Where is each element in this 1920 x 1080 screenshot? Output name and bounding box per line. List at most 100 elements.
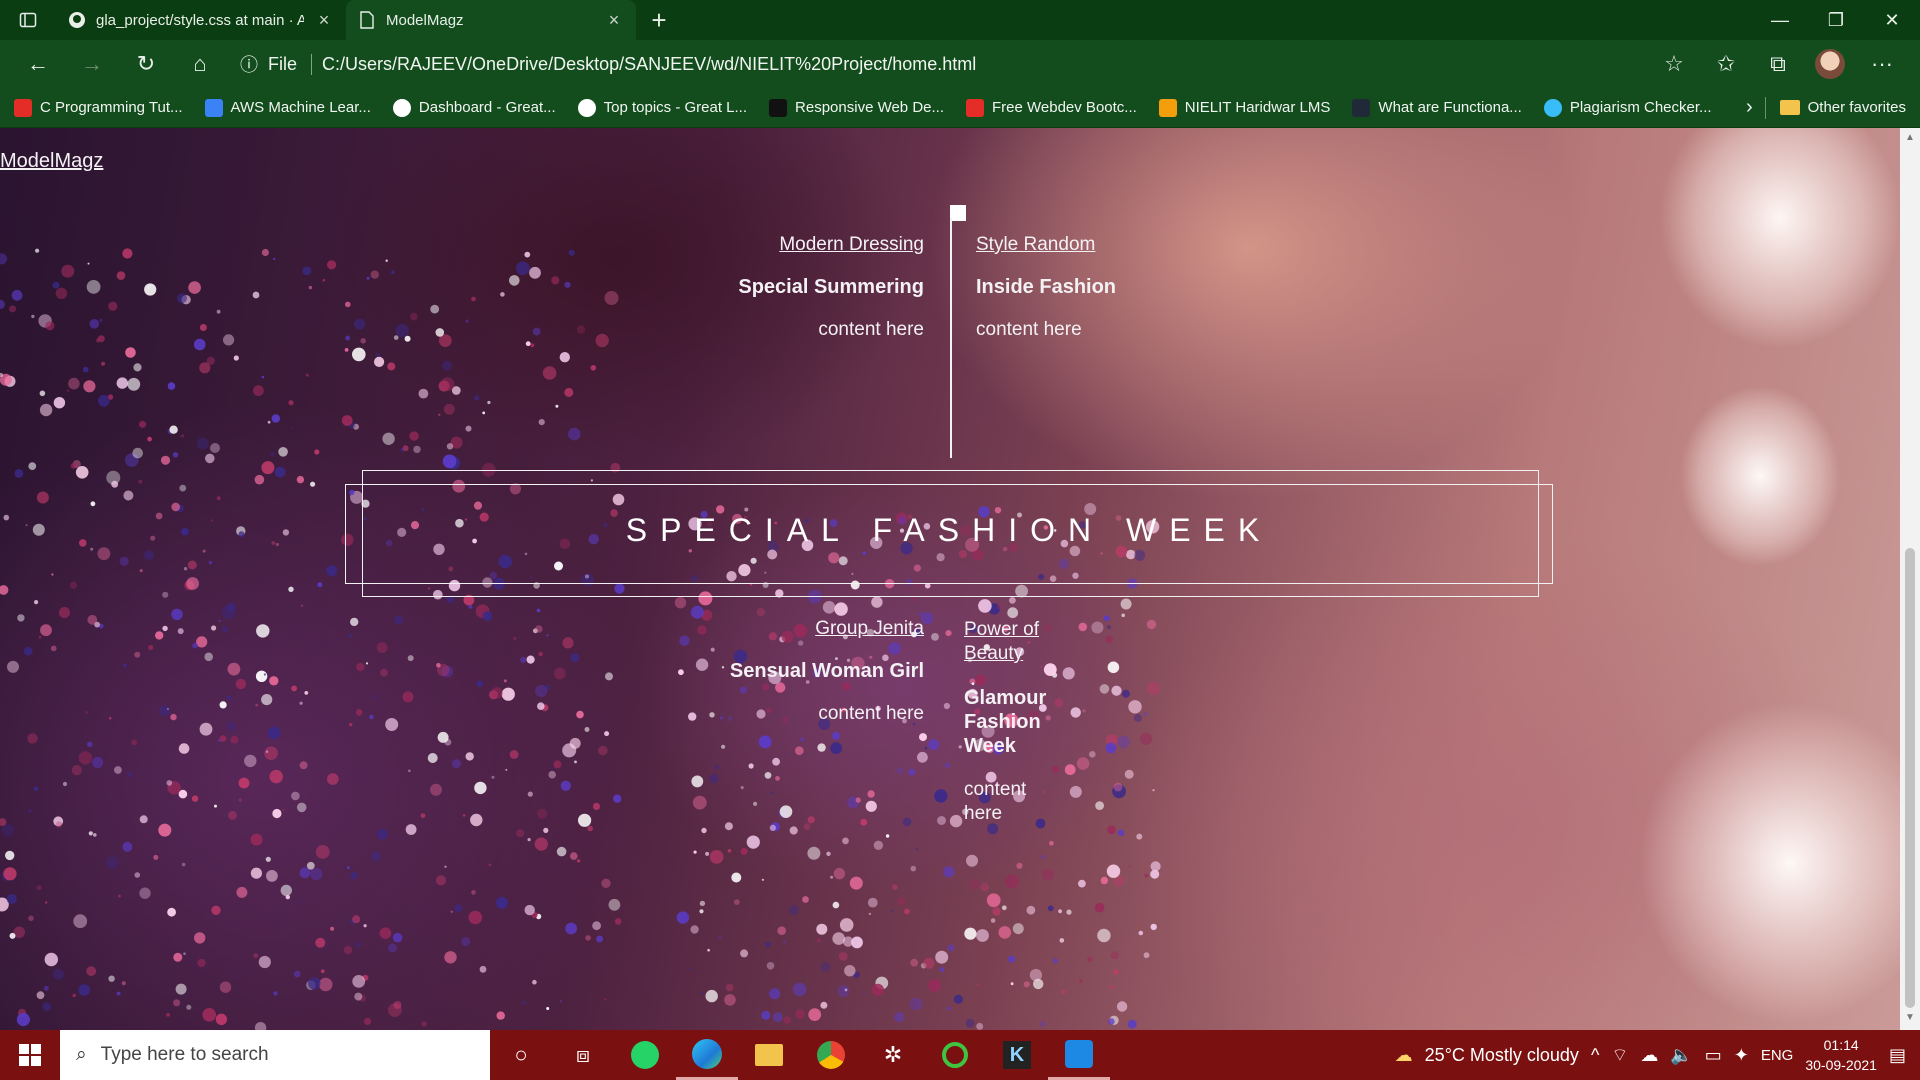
- chevron-up-icon[interactable]: ^: [1591, 1045, 1599, 1066]
- cloud-icon[interactable]: ☁: [1640, 1045, 1658, 1066]
- profile-button[interactable]: [1806, 44, 1854, 84]
- clock-time: 01:14: [1823, 1037, 1859, 1053]
- app-k[interactable]: K: [986, 1030, 1048, 1080]
- favorite-item[interactable]: NIELIT Haridwar LMS: [1158, 98, 1330, 117]
- tab-actions-button[interactable]: [0, 0, 56, 40]
- timeline-dot: [950, 205, 966, 221]
- freecodecamp-icon: [769, 98, 788, 117]
- edge-app[interactable]: [676, 1030, 738, 1080]
- star-plus-icon: ☆: [1664, 51, 1684, 76]
- other-favorites[interactable]: Other favorites: [1779, 99, 1906, 116]
- favorite-item[interactable]: What are Functiona...: [1352, 98, 1522, 117]
- favorites-list-icon: ✩: [1716, 51, 1736, 76]
- favorite-item[interactable]: Free Webdev Bootc...: [966, 98, 1137, 117]
- chrome-app[interactable]: [800, 1030, 862, 1080]
- favorite-label: Top topics - Great L...: [603, 99, 748, 116]
- back-button[interactable]: ←: [14, 44, 62, 84]
- new-tab-button[interactable]: +: [636, 0, 682, 40]
- volume-icon[interactable]: 🔈: [1670, 1045, 1692, 1066]
- tab-close-icon[interactable]: ×: [314, 10, 334, 31]
- vscode-icon: [1065, 1039, 1093, 1068]
- refresh-button[interactable]: ↻: [122, 44, 170, 84]
- start-button[interactable]: [0, 1030, 60, 1080]
- window-controls: — ❐ ✕: [1752, 0, 1920, 40]
- youtube-icon: [14, 98, 32, 117]
- notifications-icon[interactable]: ▤: [1889, 1045, 1906, 1066]
- youtube-icon: [966, 98, 984, 117]
- banner-heading: SPECIAL FASHION WEEK: [625, 512, 1273, 548]
- collections-icon: ⧉: [1770, 51, 1786, 76]
- story-tag-link[interactable]: Modern Dressing: [664, 234, 924, 256]
- favorite-label: C Programming Tut...: [40, 99, 183, 116]
- app-gear[interactable]: ✲: [862, 1030, 924, 1080]
- info-icon[interactable]: ⓘ: [240, 51, 258, 77]
- scroll-thumb[interactable]: [1905, 548, 1915, 1008]
- search-icon: ⌕: [76, 1044, 87, 1065]
- nielit-icon: [1158, 98, 1177, 117]
- great-learning-icon: [392, 98, 411, 117]
- language-indicator[interactable]: ENG: [1761, 1047, 1794, 1064]
- search-placeholder: Type here to search: [100, 1044, 269, 1065]
- tab-title: gla_project/style.css at main · AM: [96, 11, 304, 29]
- divider: [1764, 96, 1766, 119]
- site-icon: [1352, 98, 1371, 117]
- vscode-app[interactable]: [1048, 1030, 1110, 1080]
- page-scrollbar[interactable]: ▲ ▼: [1900, 128, 1920, 1030]
- favorite-item[interactable]: AWS Machine Lear...: [204, 98, 371, 117]
- aws-icon: [204, 98, 223, 117]
- url-text[interactable]: C:/Users/RAJEEV/OneDrive/Desktop/SANJEEV…: [322, 54, 976, 75]
- whatsapp-app[interactable]: [614, 1030, 676, 1080]
- chevron-right-icon[interactable]: ›: [1746, 96, 1753, 119]
- chrome-icon: [817, 1041, 845, 1069]
- address-bar[interactable]: ⓘ File C:/Users/RAJEEV/OneDrive/Desktop/…: [230, 46, 1644, 82]
- story-body: content here: [976, 319, 1082, 340]
- story-tag-link[interactable]: Group Jenita: [664, 618, 924, 640]
- favorites-button[interactable]: ✩: [1702, 44, 1750, 84]
- forward-button[interactable]: →: [68, 44, 116, 84]
- tab-modelmagz[interactable]: ModelMagz ×: [346, 0, 636, 40]
- favorite-label: Plagiarism Checker...: [1569, 99, 1712, 116]
- restore-icon[interactable]: ❐: [1808, 0, 1864, 40]
- whatsapp-icon: [631, 1041, 659, 1069]
- tab-close-icon[interactable]: ×: [604, 10, 624, 31]
- brand-link[interactable]: ModelMagz: [0, 150, 103, 173]
- collections-button[interactable]: ⧉: [1754, 44, 1802, 84]
- favorite-label: Responsive Web De...: [795, 99, 944, 116]
- favorite-item[interactable]: C Programming Tut...: [14, 98, 183, 117]
- story-card: Style Random Inside Fashion content here: [976, 234, 1236, 341]
- scroll-up-icon[interactable]: ▲: [1904, 132, 1916, 143]
- story-title: Inside Fashion: [976, 276, 1117, 298]
- app-tray-icon[interactable]: ✦: [1734, 1045, 1749, 1066]
- story-tag-link[interactable]: Style Random: [976, 234, 1236, 256]
- story-card: Power of Beauty Glamour Fashion Week con…: [964, 618, 1046, 826]
- back-icon: ←: [27, 51, 49, 76]
- favorite-item[interactable]: Dashboard - Great...: [392, 98, 556, 117]
- minimize-icon[interactable]: —: [1752, 0, 1808, 40]
- home-icon: ⌂: [193, 51, 207, 76]
- tab-github[interactable]: gla_project/style.css at main · AM ×: [56, 0, 346, 40]
- app-green-ring[interactable]: [924, 1030, 986, 1080]
- favorite-label: Dashboard - Great...: [418, 99, 556, 116]
- favorite-item[interactable]: Responsive Web De...: [769, 98, 944, 117]
- weather-text[interactable]: 25°C Mostly cloudy: [1425, 1045, 1579, 1066]
- story-tag-link[interactable]: Power of Beauty: [964, 618, 1044, 666]
- scroll-down-icon[interactable]: ▼: [1904, 1012, 1916, 1023]
- file-explorer-app[interactable]: [738, 1030, 800, 1080]
- close-window-icon[interactable]: ✕: [1864, 0, 1920, 40]
- story-body: content here: [818, 703, 924, 724]
- network-icon[interactable]: ⌔: [1611, 1044, 1628, 1067]
- battery-icon[interactable]: ▭: [1705, 1045, 1722, 1066]
- settings-menu-button[interactable]: ···: [1858, 44, 1906, 84]
- taskbar-search[interactable]: ⌕ Type here to search: [60, 1030, 490, 1080]
- favorite-item[interactable]: Top topics - Great L...: [577, 98, 748, 117]
- story-card: Modern Dressing Special Summering conten…: [664, 234, 924, 341]
- favorites-bar: C Programming Tut... AWS Machine Lear...…: [0, 88, 1920, 128]
- clock[interactable]: 01:14 30-09-2021: [1805, 1035, 1877, 1075]
- add-favorite-button[interactable]: ☆: [1650, 44, 1698, 84]
- home-button[interactable]: ⌂: [176, 44, 224, 84]
- task-view-button[interactable]: ⧈: [552, 1030, 614, 1080]
- cortana-button[interactable]: ○: [490, 1030, 552, 1080]
- favorite-item[interactable]: Plagiarism Checker...: [1543, 98, 1712, 117]
- weather-icon[interactable]: ☁: [1395, 1045, 1413, 1066]
- other-favorites-label: Other favorites: [1807, 99, 1906, 116]
